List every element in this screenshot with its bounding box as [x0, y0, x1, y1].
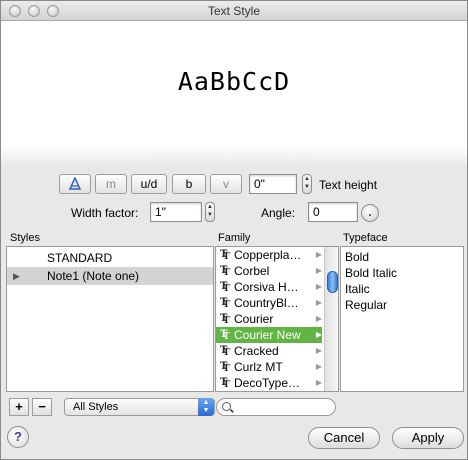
search-icon	[222, 402, 231, 411]
family-item-label: Copperpla…	[234, 248, 302, 262]
style-item-note1[interactable]: ▶ Note1 (Note one)	[7, 267, 213, 285]
family-item-label: Corsiva H…	[234, 280, 299, 294]
submenu-arrow-icon: ▶	[315, 346, 322, 355]
annotative-button[interactable]	[59, 174, 91, 194]
text-height-field[interactable]: 0"	[249, 174, 297, 194]
family-item[interactable]: T Curlz MT ▶	[216, 359, 322, 375]
family-search-field[interactable]	[216, 398, 336, 416]
style-filter-value: All Styles	[73, 401, 119, 413]
truetype-icon: T	[220, 297, 231, 311]
cancel-button[interactable]: Cancel	[308, 427, 380, 449]
truetype-icon: T	[220, 265, 231, 279]
family-item-label: Cracked	[234, 344, 279, 358]
typeface-item[interactable]: Italic	[341, 281, 463, 297]
family-item[interactable]: T Copperpla… ▶	[216, 247, 322, 263]
add-style-button[interactable]: +	[9, 398, 29, 416]
submenu-arrow-icon: ▶	[315, 378, 322, 387]
truetype-icon: T	[220, 361, 231, 375]
style-item-label: Note1 (Note one)	[47, 269, 140, 283]
help-button[interactable]: ?	[7, 426, 29, 448]
mirror-button[interactable]: m	[95, 174, 127, 194]
family-item-label: Corbel	[234, 264, 270, 278]
family-item[interactable]: T Cracked ▶	[216, 343, 322, 359]
submenu-arrow-icon: ▶	[315, 362, 322, 371]
style-item-label: STANDARD	[47, 251, 113, 265]
submenu-arrow-icon: ▶	[315, 330, 322, 339]
search-input[interactable]	[235, 400, 331, 414]
family-item[interactable]: T CountryBl… ▶	[216, 295, 322, 311]
window-title: Text Style	[207, 4, 261, 18]
submenu-arrow-icon: ▶	[315, 314, 322, 323]
remove-style-button[interactable]: −	[32, 398, 52, 416]
typeface-list: Bold Bold Italic Italic Regular	[340, 246, 464, 392]
truetype-icon: T	[220, 377, 231, 391]
upside-down-button[interactable]: u/d	[131, 174, 167, 194]
truetype-icon: T	[220, 329, 231, 343]
apply-button[interactable]: Apply	[392, 427, 464, 449]
submenu-arrow-icon: ▶	[315, 282, 322, 291]
truetype-icon: T	[220, 249, 231, 263]
style-item-standard[interactable]: STANDARD	[7, 249, 213, 267]
angle-dial-icon[interactable]	[361, 204, 379, 222]
truetype-icon: T	[220, 313, 231, 327]
truetype-icon: T	[220, 345, 231, 359]
typeface-item[interactable]: Bold Italic	[341, 265, 463, 281]
submenu-arrow-icon: ▶	[315, 266, 322, 275]
title-bar[interactable]: Text Style	[1, 1, 467, 21]
family-item-label: DecoType…	[234, 376, 301, 390]
family-item-label: Courier	[234, 312, 274, 326]
family-item-label: Curlz MT	[234, 360, 283, 374]
width-factor-label: Width factor:	[71, 206, 139, 220]
angle-label: Angle:	[261, 206, 296, 220]
family-item-label: CountryBl…	[234, 296, 299, 310]
family-item[interactable]: T Corsiva H… ▶	[216, 279, 322, 295]
style-filter-popup[interactable]: All Styles ▲ ▼	[64, 398, 215, 416]
typeface-header: Typeface	[343, 232, 388, 244]
family-item[interactable]: T Courier ▶	[216, 311, 322, 327]
family-header: Family	[218, 232, 251, 244]
family-scroll-thumb[interactable]	[327, 271, 338, 293]
text-height-label: Text height	[319, 178, 378, 192]
angle-field[interactable]: 0	[308, 202, 358, 222]
typeface-item[interactable]: Bold	[341, 249, 463, 265]
family-item[interactable]: T Corbel ▶	[216, 263, 322, 279]
styles-header: Styles	[10, 232, 40, 244]
preview-sample-text: AaBbCcD	[177, 67, 291, 96]
family-scrollbar[interactable]	[324, 247, 338, 391]
text-height-stepper[interactable]: ▲ ▼	[302, 174, 312, 194]
family-list: T Copperpla… ▶ T Corbel ▶ T Corsiva H… ▶…	[215, 246, 339, 392]
truetype-icon: T	[220, 281, 231, 295]
family-item[interactable]: T DecoType… ▶	[216, 375, 322, 391]
width-factor-stepper[interactable]: ▲ ▼	[205, 202, 215, 222]
popup-arrows-icon: ▲ ▼	[198, 398, 214, 416]
submenu-arrow-icon: ▶	[315, 298, 322, 307]
width-factor-field[interactable]: 1"	[150, 202, 202, 222]
submenu-arrow-icon: ▶	[315, 250, 322, 259]
family-item-selected[interactable]: T Courier New ▶	[216, 327, 322, 343]
styles-list: STANDARD ▶ Note1 (Note one)	[6, 246, 214, 392]
typeface-item[interactable]: Regular	[341, 297, 463, 313]
text-style-window: Text Style AaBbCcD Courier New - Regular…	[0, 0, 468, 460]
preview-ghost-text: Courier New - Regular - 0.0	[153, 149, 315, 163]
disclosure-triangle-icon[interactable]: ▶	[13, 267, 20, 285]
backwards-button[interactable]: b	[172, 174, 206, 194]
annotative-icon	[68, 176, 82, 190]
text-preview-area: AaBbCcD	[1, 21, 467, 145]
family-item-label: Courier New	[234, 328, 301, 342]
vertical-button[interactable]: v	[210, 174, 242, 194]
